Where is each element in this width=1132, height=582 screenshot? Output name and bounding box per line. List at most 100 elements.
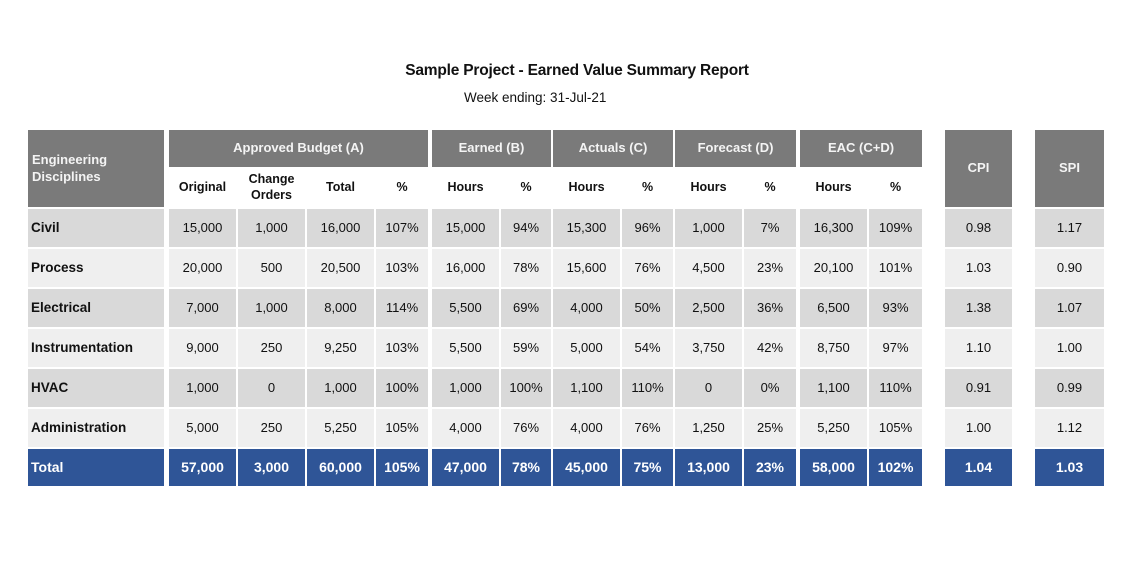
discipline-name: Administration xyxy=(28,409,164,447)
table-cell: 94% xyxy=(501,209,551,247)
subheader-11: % xyxy=(869,169,922,207)
table-cell: 0.99 xyxy=(1035,369,1104,407)
table-cell: 7% xyxy=(744,209,796,247)
subheader-7: % xyxy=(622,169,673,207)
table-cell: 5,000 xyxy=(553,329,620,367)
discipline-name: Electrical xyxy=(28,289,164,327)
table-cell: 1.17 xyxy=(1035,209,1104,247)
discipline-name: Instrumentation xyxy=(28,329,164,367)
table-cell: 96% xyxy=(622,209,673,247)
table-cell: 20,100 xyxy=(800,249,867,287)
table-cell: 9,250 xyxy=(307,329,374,367)
table-cell: 1.07 xyxy=(1035,289,1104,327)
header-spi: SPI xyxy=(1035,130,1104,207)
table-cell: 4,000 xyxy=(553,409,620,447)
table-cell: 0 xyxy=(238,369,305,407)
total-label: Total xyxy=(28,449,164,486)
total-cell: 60,000 xyxy=(307,449,374,486)
total-cell: 105% xyxy=(376,449,428,486)
subheader-4: Hours xyxy=(432,169,499,207)
total-cell: 58,000 xyxy=(800,449,867,486)
discipline-name: Civil xyxy=(28,209,164,247)
table-cell: 5,000 xyxy=(169,409,236,447)
table-cell: 16,000 xyxy=(307,209,374,247)
table-cell: 15,600 xyxy=(553,249,620,287)
table-cell: 100% xyxy=(376,369,428,407)
table-cell: 1,000 xyxy=(675,209,742,247)
report-title: Sample Project - Earned Value Summary Re… xyxy=(405,62,749,79)
table-cell: 20,500 xyxy=(307,249,374,287)
total-cell: 102% xyxy=(869,449,922,486)
table-cell: 500 xyxy=(238,249,305,287)
table-cell: 1.10 xyxy=(945,329,1012,367)
table-cell: 1,000 xyxy=(238,289,305,327)
discipline-name: HVAC xyxy=(28,369,164,407)
table-cell: 42% xyxy=(744,329,796,367)
table-cell: 5,500 xyxy=(432,329,499,367)
table-cell: 15,300 xyxy=(553,209,620,247)
table-cell: 1,000 xyxy=(432,369,499,407)
table-cell: 1.38 xyxy=(945,289,1012,327)
total-cell: 47,000 xyxy=(432,449,499,486)
table-cell: 1,100 xyxy=(553,369,620,407)
subheader-6: Hours xyxy=(553,169,620,207)
table-cell: 4,000 xyxy=(432,409,499,447)
table-cell: 103% xyxy=(376,249,428,287)
total-cell: 75% xyxy=(622,449,673,486)
table-cell: 103% xyxy=(376,329,428,367)
table-cell: 16,300 xyxy=(800,209,867,247)
table-cell: 0.91 xyxy=(945,369,1012,407)
table-cell: 250 xyxy=(238,409,305,447)
table-cell: 93% xyxy=(869,289,922,327)
header-eac: EAC (C+D) xyxy=(800,130,922,167)
table-cell: 36% xyxy=(744,289,796,327)
subheader-8: Hours xyxy=(675,169,742,207)
table-cell: 3,750 xyxy=(675,329,742,367)
table-cell: 110% xyxy=(869,369,922,407)
subheader-0: Original xyxy=(169,169,236,207)
table-cell: 8,750 xyxy=(800,329,867,367)
table-cell: 2,500 xyxy=(675,289,742,327)
table-cell: 4,500 xyxy=(675,249,742,287)
total-cell: 78% xyxy=(501,449,551,486)
total-cell: 57,000 xyxy=(169,449,236,486)
report-subtitle: Week ending: 31-Jul-21 xyxy=(464,90,607,105)
table-cell: 105% xyxy=(376,409,428,447)
total-cell: 1.04 xyxy=(945,449,1012,486)
table-cell: 0.98 xyxy=(945,209,1012,247)
table-cell: 250 xyxy=(238,329,305,367)
table-cell: 59% xyxy=(501,329,551,367)
table-cell: 23% xyxy=(744,249,796,287)
table-cell: 20,000 xyxy=(169,249,236,287)
header-earned: Earned (B) xyxy=(432,130,551,167)
table-cell: 1.12 xyxy=(1035,409,1104,447)
subheader-3: % xyxy=(376,169,428,207)
table-cell: 1.00 xyxy=(1035,329,1104,367)
table-cell: 1,100 xyxy=(800,369,867,407)
table-cell: 1.00 xyxy=(945,409,1012,447)
total-cell: 1.03 xyxy=(1035,449,1104,486)
subheader-1: Change Orders xyxy=(238,169,305,207)
total-cell: 13,000 xyxy=(675,449,742,486)
table-cell: 76% xyxy=(501,409,551,447)
total-cell: 45,000 xyxy=(553,449,620,486)
table-cell: 114% xyxy=(376,289,428,327)
table-cell: 1,250 xyxy=(675,409,742,447)
table-cell: 5,250 xyxy=(307,409,374,447)
header-actuals: Actuals (C) xyxy=(553,130,673,167)
subheader-5: % xyxy=(501,169,551,207)
table-cell: 4,000 xyxy=(553,289,620,327)
subheader-9: % xyxy=(744,169,796,207)
table-cell: 97% xyxy=(869,329,922,367)
table-cell: 110% xyxy=(622,369,673,407)
table-cell: 15,000 xyxy=(169,209,236,247)
table-cell: 76% xyxy=(622,409,673,447)
discipline-name: Process xyxy=(28,249,164,287)
subheader-2: Total xyxy=(307,169,374,207)
table-cell: 9,000 xyxy=(169,329,236,367)
table-cell: 107% xyxy=(376,209,428,247)
total-cell: 3,000 xyxy=(238,449,305,486)
table-cell: 25% xyxy=(744,409,796,447)
table-cell: 50% xyxy=(622,289,673,327)
table-cell: 7,000 xyxy=(169,289,236,327)
